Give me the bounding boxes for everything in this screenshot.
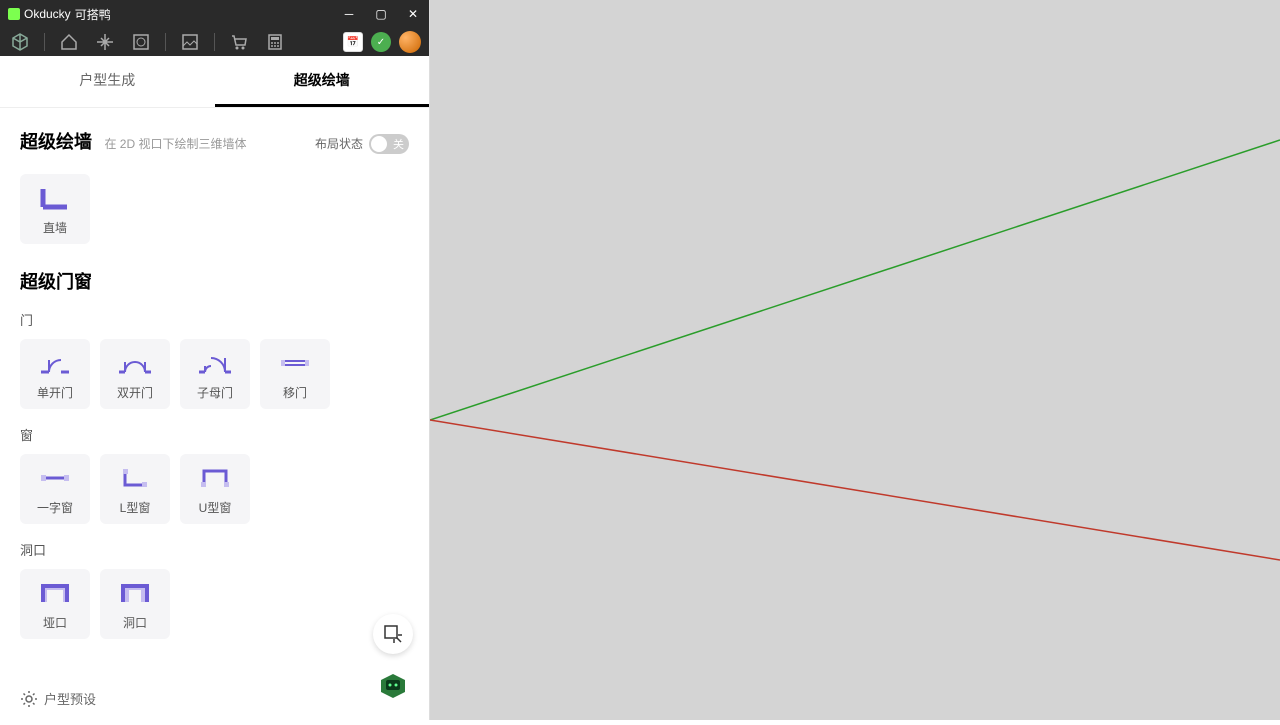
- tool-arch-opening[interactable]: 垭口: [20, 569, 90, 639]
- toggle-label: 布局状态: [315, 135, 363, 152]
- tool-sliding-door[interactable]: 移门: [260, 339, 330, 409]
- l-window-icon: [117, 463, 153, 493]
- tool-mother-door[interactable]: 子母门: [180, 339, 250, 409]
- arch-opening-icon: [37, 578, 73, 608]
- tool-straight-window[interactable]: 一字窗: [20, 454, 90, 524]
- toggle-knob: [371, 136, 387, 152]
- tabs: 户型生成 超级绘墙: [0, 56, 429, 108]
- tool-label: 单开门: [37, 384, 73, 401]
- mother-door-icon: [197, 348, 233, 378]
- tool-label: 双开门: [117, 384, 153, 401]
- tab-super-wall[interactable]: 超级绘墙: [215, 56, 430, 107]
- cart-icon[interactable]: [227, 30, 251, 54]
- separator: [214, 33, 215, 51]
- tool-u-window[interactable]: U型窗: [180, 454, 250, 524]
- main-toolbar: 📅 ✓: [0, 28, 429, 56]
- titlebar: Okducky 可搭鸭 ─ ▢ ✕: [0, 0, 429, 28]
- library-icon[interactable]: [129, 30, 153, 54]
- close-button[interactable]: ✕: [401, 4, 425, 24]
- calendar-icon[interactable]: 📅: [343, 32, 363, 52]
- logo-icon: [8, 8, 20, 20]
- single-door-icon: [37, 348, 73, 378]
- hole-opening-icon: [117, 578, 153, 608]
- panel-title: 超级绘墙: [20, 132, 92, 152]
- ai-assist-button[interactable]: [373, 614, 413, 654]
- straight-wall-icon: [37, 183, 73, 213]
- calculator-icon[interactable]: [263, 30, 287, 54]
- tool-l-window[interactable]: L型窗: [100, 454, 170, 524]
- layout-toggle[interactable]: 关: [369, 134, 409, 154]
- toggle-off-label: 关: [393, 136, 404, 152]
- tools-panel: 超级绘墙 在 2D 视口下绘制三维墙体 布局状态 关 直墙 超级门窗 门: [0, 108, 429, 720]
- home-icon[interactable]: [57, 30, 81, 54]
- footer-settings[interactable]: 户型预设: [20, 689, 96, 708]
- avatar[interactable]: [399, 31, 421, 53]
- gear-icon: [20, 690, 38, 708]
- tool-single-door[interactable]: 单开门: [20, 339, 90, 409]
- assistant-button[interactable]: [373, 664, 413, 704]
- tool-label: 一字窗: [37, 499, 73, 516]
- footer-label: 户型预设: [44, 689, 96, 708]
- brand-cn: 可搭鸭: [75, 6, 111, 23]
- tool-label: 子母门: [197, 384, 233, 401]
- sparkle-icon: [382, 623, 404, 645]
- minimize-button[interactable]: ─: [337, 4, 361, 24]
- robot-icon: [375, 666, 411, 702]
- sub-opening: 洞口: [20, 540, 409, 559]
- tool-label: U型窗: [199, 499, 232, 516]
- sub-window: 窗: [20, 425, 409, 444]
- tool-label: 直墙: [43, 219, 67, 236]
- u-window-icon: [197, 463, 233, 493]
- tool-label: 垭口: [43, 614, 67, 631]
- tool-straight-wall[interactable]: 直墙: [20, 174, 90, 244]
- sub-door: 门: [20, 310, 409, 329]
- section-doorwin: 超级门窗: [20, 268, 409, 294]
- brand-text: Okducky: [24, 7, 71, 21]
- double-door-icon: [117, 348, 153, 378]
- move-icon[interactable]: [93, 30, 117, 54]
- tool-label: 洞口: [123, 614, 147, 631]
- panel-subtitle: 在 2D 视口下绘制三维墙体: [104, 137, 246, 151]
- maximize-button[interactable]: ▢: [369, 4, 393, 24]
- sliding-door-icon: [277, 348, 313, 378]
- tool-label: 移门: [283, 384, 307, 401]
- tool-hole-opening[interactable]: 洞口: [100, 569, 170, 639]
- image-icon[interactable]: [178, 30, 202, 54]
- separator: [165, 33, 166, 51]
- tab-layout-generate[interactable]: 户型生成: [0, 56, 215, 107]
- straight-window-icon: [37, 463, 73, 493]
- cube-icon[interactable]: [8, 30, 32, 54]
- verified-icon[interactable]: ✓: [371, 32, 391, 52]
- separator: [44, 33, 45, 51]
- canvas-svg: [430, 0, 1280, 720]
- tool-double-door[interactable]: 双开门: [100, 339, 170, 409]
- viewport-canvas[interactable]: [430, 0, 1280, 720]
- tool-label: L型窗: [120, 499, 151, 516]
- app-logo: Okducky 可搭鸭: [8, 6, 111, 23]
